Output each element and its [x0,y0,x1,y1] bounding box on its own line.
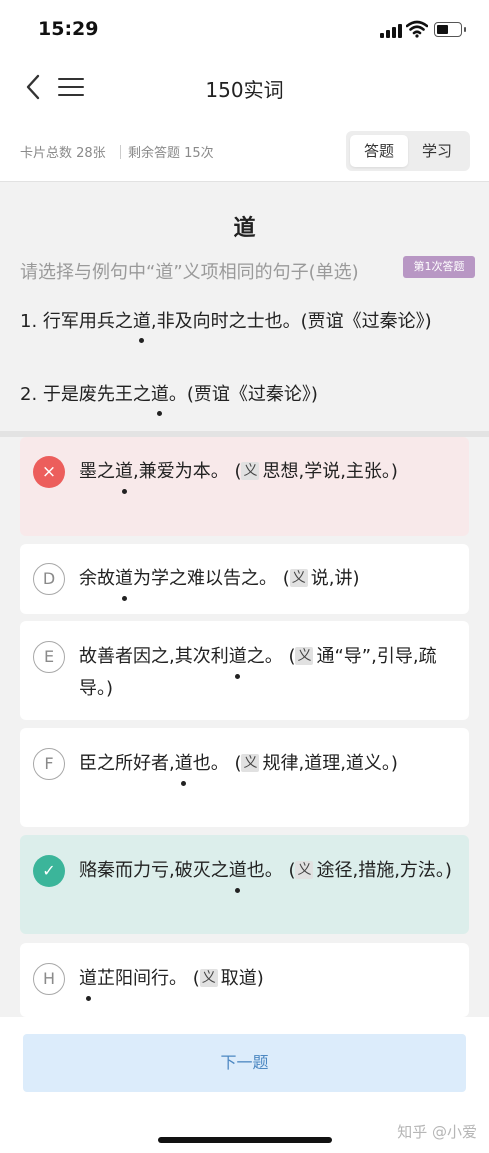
option-e[interactable]: E 故善者因之,其次利道之。 (义通“导”,引导,疏导。) [20,621,469,720]
option-wrong[interactable]: × 墨之道,兼爱为本。 (义思想,学说,主张。) [20,437,469,536]
meaning-tag: 义 [289,569,308,587]
stats-row: 卡片总数 28张 剩余答题 15次 答题 学习 [0,128,489,180]
status-bar: 15:29 [0,0,489,60]
option-text: 道芷阳间行。 (义取道) [79,963,463,1001]
example-sentence-2: 2. 于是废先王之道。(贾谊《过秦论》) [20,379,460,416]
option-letter: D [33,563,65,595]
option-d[interactable]: D 余故道为学之难以告之。 (义说,讲) [20,544,469,614]
tab-answer[interactable]: 答题 [350,135,408,167]
page-title: 150实词 [205,78,284,102]
bottom-bar: 下一题 知乎 @小爱 [0,1017,489,1153]
option-text: 墨之道,兼爱为本。 (义思想,学说,主张。) [79,456,463,494]
home-indicator [158,1137,332,1143]
question-prompt: 请选择与例句中“道”义项相同的句子(单选) [20,262,359,283]
example-sentence-1: 1. 行军用兵之道,非及向时之士也。(贾谊《过秦论》) [20,306,460,343]
question-panel: 道 请选择与例句中“道”义项相同的句子(单选) 第1次答题 1. 行军用兵之道,… [0,181,489,432]
signal-icon [380,24,402,38]
nav-bar: 150实词 [0,60,489,116]
options-list: × 墨之道,兼爱为本。 (义思想,学说,主张。) D 余故道为学之难以告之。 (… [0,437,489,1017]
option-text: 赂秦而力亏,破灭之道也。 (义途径,措施,方法。) [79,855,463,893]
correct-check-icon: ✓ [33,855,65,887]
mode-switch: 答题 学习 [346,131,470,171]
option-text: 故善者因之,其次利道之。 (义通“导”,引导,疏导。) [79,641,463,705]
option-letter: F [33,748,65,780]
option-letter: H [33,963,65,995]
option-f[interactable]: F 臣之所好者,道也。 (义规律,道理,道义。) [20,728,469,827]
option-letter: E [33,641,65,673]
next-question-button[interactable]: 下一题 [23,1034,466,1092]
option-text: 余故道为学之难以告之。 (义说,讲) [79,563,463,601]
emphasis-dot: 道 [151,379,169,416]
card-total: 卡片总数 28张 [20,146,106,161]
option-correct[interactable]: ✓ 赂秦而力亏,破灭之道也。 (义途径,措施,方法。) [20,835,469,934]
tab-study[interactable]: 学习 [408,135,466,167]
meaning-tag: 义 [295,861,314,879]
remaining-attempts: 剩余答题 15次 [128,146,214,161]
meaning-tag: 义 [241,754,260,772]
watermark: 知乎 @小爱 [397,1123,477,1141]
stats-divider [120,145,121,159]
meaning-tag: 义 [295,647,314,665]
battery-icon [434,22,466,37]
wrong-x-icon: × [33,456,65,488]
wifi-icon [406,20,428,38]
option-h[interactable]: H 道芷阳间行。 (义取道) [20,943,469,1017]
attempt-badge: 第1次答题 [403,256,475,278]
question-character: 道 [233,216,256,241]
meaning-tag: 义 [199,969,218,987]
emphasis-dot: 道 [133,306,151,343]
option-text: 臣之所好者,道也。 (义规律,道理,道义。) [79,748,463,786]
status-time: 15:29 [38,18,99,40]
meaning-tag: 义 [241,462,260,480]
